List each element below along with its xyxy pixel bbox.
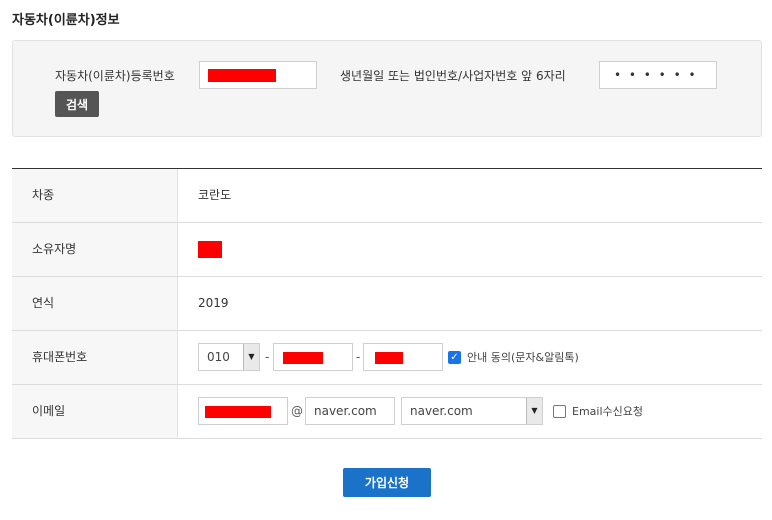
vehicle-search-panel: 자동차(이륜차)등록번호 생년월일 또는 법인번호/사업자번호 앞 6자리 • … xyxy=(12,40,762,137)
email-domain-select[interactable]: naver.com ▼ xyxy=(401,397,543,425)
table-row-car-type: 차종 코란도 xyxy=(12,169,762,223)
email-at-sign: @ xyxy=(291,404,303,418)
phone-label: 휴대폰번호 xyxy=(12,331,178,384)
phone-separator: - xyxy=(356,350,361,364)
phone-consent-checkbox[interactable]: ✓ xyxy=(448,351,461,364)
birth-number-input[interactable]: • • • • • • xyxy=(599,61,717,89)
birth-number-label: 생년월일 또는 법인번호/사업자번호 앞 6자리 xyxy=(340,69,566,83)
phone-middle-input[interactable] xyxy=(273,343,353,371)
join-request-button[interactable]: 가입신청 xyxy=(343,468,431,497)
year-label: 연식 xyxy=(12,277,178,330)
car-type-value: 코란도 xyxy=(198,188,232,202)
phone-consent-label: 안내 동의(문자&알림톡) xyxy=(467,351,579,364)
email-consent-label: Email수신요청 xyxy=(572,405,643,418)
registration-number-input[interactable] xyxy=(199,61,317,89)
phone-last-input[interactable] xyxy=(363,343,443,371)
table-row-phone: 휴대폰번호 010 ▼ - - ✓ 안내 동의(문자&알림톡) xyxy=(12,331,762,385)
phone-separator: - xyxy=(265,350,270,364)
email-id-input[interactable] xyxy=(198,397,288,425)
search-button[interactable]: 검색 xyxy=(55,91,99,117)
email-domain-input[interactable]: naver.com xyxy=(305,397,395,425)
chevron-down-icon: ▼ xyxy=(526,398,542,424)
table-row-owner: 소유자명 xyxy=(12,223,762,277)
redacted-phone-middle xyxy=(283,352,323,364)
page-title: 자동차(이륜차)정보 xyxy=(12,13,120,28)
vehicle-info-table: 차종 코란도 소유자명 연식 2019 휴대폰번호 010 ▼ - - ✓ 안내… xyxy=(12,168,762,439)
registration-number-label: 자동차(이륜차)등록번호 xyxy=(55,69,175,83)
chevron-down-icon: ▼ xyxy=(243,344,259,370)
redacted-email-id xyxy=(205,406,271,418)
table-row-year: 연식 2019 xyxy=(12,277,762,331)
redacted-phone-last xyxy=(375,352,403,364)
redacted-owner-name xyxy=(198,241,222,258)
year-value: 2019 xyxy=(198,296,229,310)
email-label: 이메일 xyxy=(12,385,178,438)
car-type-label: 차종 xyxy=(12,169,178,222)
owner-label: 소유자명 xyxy=(12,223,178,276)
table-row-email: 이메일 @ naver.com naver.com ▼ Email수신요청 xyxy=(12,385,762,439)
phone-prefix-select[interactable]: 010 ▼ xyxy=(198,343,260,371)
redacted-registration-number xyxy=(208,69,276,82)
email-consent-checkbox[interactable] xyxy=(553,405,566,418)
